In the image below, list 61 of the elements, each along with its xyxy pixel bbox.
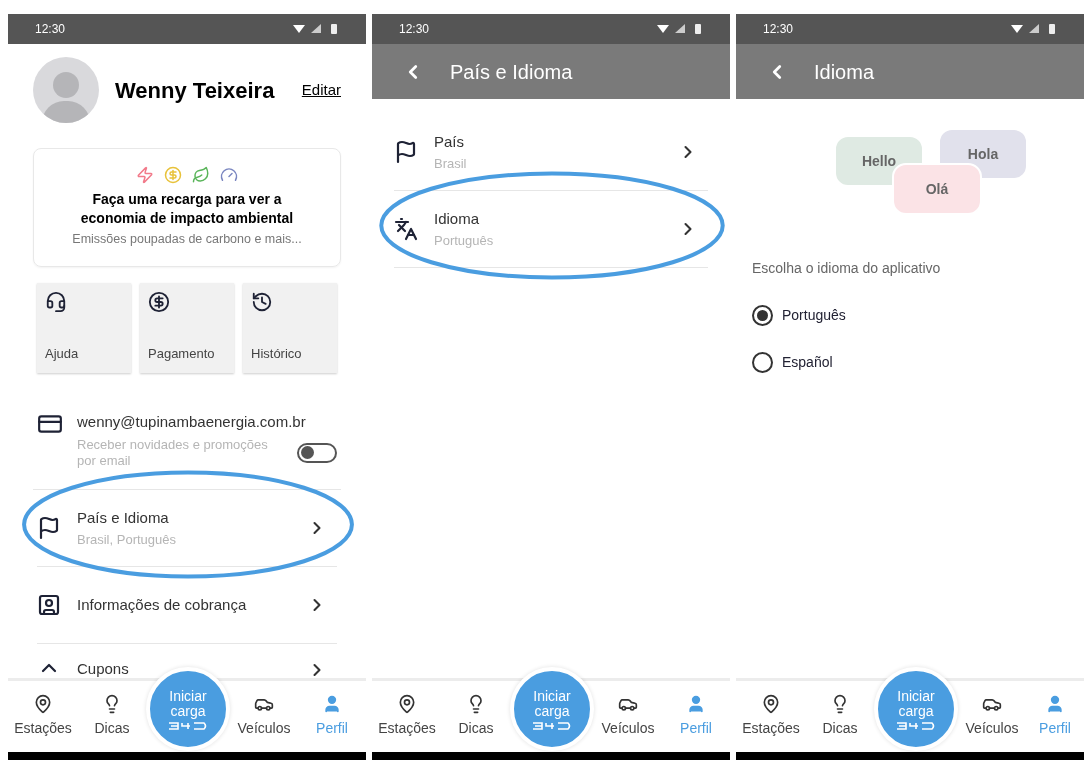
impact-title: Faça uma recarga para ver a economia de impacto ambiental — [79, 190, 295, 229]
shortcut-tile[interactable]: Histórico — [243, 283, 337, 373]
person-icon — [1045, 694, 1065, 714]
translate-icon — [394, 217, 418, 241]
edit-link[interactable]: Editar — [301, 78, 341, 102]
flag-icon — [37, 516, 61, 540]
menu-title: Informações de cobrança — [77, 594, 248, 615]
status-icons — [657, 23, 703, 35]
person-icon — [686, 694, 706, 714]
headset-icon — [45, 291, 67, 313]
map-pin-icon — [397, 694, 417, 714]
logo-icon — [168, 721, 208, 730]
leaf-icon — [192, 166, 210, 185]
logo-icon — [532, 721, 572, 730]
radio-button[interactable] — [752, 352, 773, 373]
dollar-icon — [148, 291, 170, 313]
nav-tab[interactable]: Estações — [372, 681, 442, 752]
toggle-switch[interactable] — [297, 442, 337, 463]
status-icons — [293, 23, 339, 35]
header-title: País e Idioma — [450, 59, 573, 85]
map-pin-icon — [33, 694, 53, 714]
nav-tab[interactable]: Dicas — [442, 681, 510, 752]
radio-button[interactable] — [752, 305, 773, 326]
person-icon — [322, 694, 342, 714]
status-time: 12:30 — [763, 21, 794, 38]
menu-item[interactable]: Informações de cobrança — [37, 567, 337, 644]
menu-subtitle: Brasil — [434, 154, 468, 173]
status-time: 12:30 — [399, 21, 430, 38]
menu-title: Cupons — [77, 658, 130, 678]
dollar-icon — [164, 166, 182, 185]
newsletter-label: Receber novidades e promoções por email — [77, 436, 269, 469]
flag-icon — [394, 140, 418, 164]
nav-tab[interactable]: Estações — [8, 681, 78, 752]
person-card-icon — [37, 593, 61, 617]
nav-tab[interactable]: Dicas — [806, 681, 874, 752]
menu-subtitle: Português — [434, 231, 495, 250]
status-icons — [1011, 23, 1057, 35]
nav-tab[interactable]: Veículos — [594, 681, 662, 752]
map-pin-icon — [761, 694, 781, 714]
menu-subtitle: Brasil, Português — [77, 530, 177, 549]
nav-tab[interactable]: Veículos — [230, 681, 298, 752]
history-icon — [251, 291, 273, 313]
email-address: wenny@tupinambaenergia.com.br — [77, 412, 307, 432]
nav-tab[interactable]: Estações — [736, 681, 806, 752]
header-title: Idioma — [814, 59, 875, 85]
language-option[interactable]: Español — [752, 352, 1068, 373]
language-prompt: Escolha o idioma do aplicativo — [752, 259, 942, 278]
language-option[interactable]: Português — [752, 305, 1068, 326]
user-name: Wenny Teixeira — [115, 76, 276, 105]
shortcut-tile[interactable]: Pagamento — [140, 283, 234, 373]
menu-item[interactable]: País Brasil — [394, 114, 708, 191]
status-time: 12:30 — [35, 21, 66, 38]
lightning-icon — [136, 166, 154, 185]
menu-title: Idioma — [434, 209, 481, 229]
nav-tab[interactable]: Veículos — [958, 681, 1026, 752]
logo-icon — [896, 721, 936, 730]
menu-title: País e Idioma — [77, 508, 170, 528]
nav-tab[interactable]: Dicas — [78, 681, 146, 752]
menu-title: País — [434, 132, 465, 152]
shortcut-tile[interactable]: Ajuda — [37, 283, 131, 373]
impact-subtitle: Emissões poupadas de carbono e mais... — [72, 231, 302, 249]
